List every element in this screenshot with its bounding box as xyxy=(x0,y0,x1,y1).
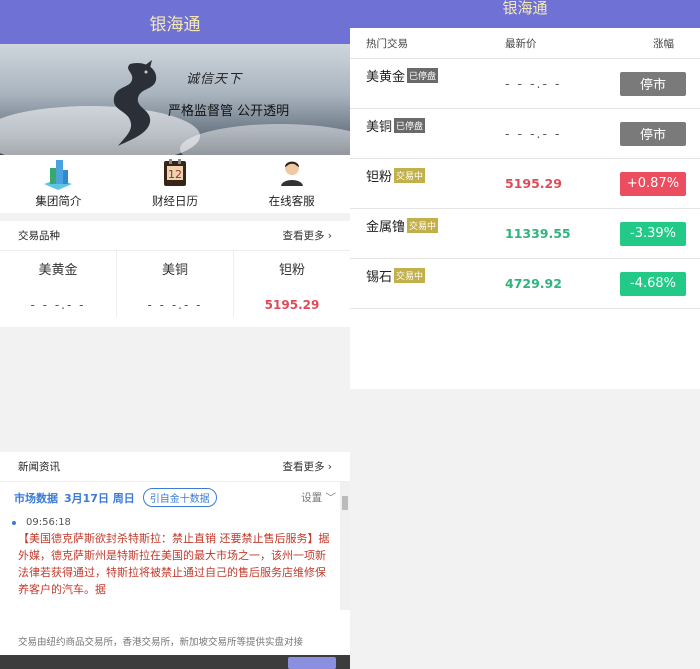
app-title: 银海通 xyxy=(149,14,201,35)
column-header-price: 最新价 xyxy=(505,37,537,50)
latest-price: - - -.- - xyxy=(505,126,562,141)
banner-cloud xyxy=(180,124,350,155)
table-row[interactable]: 金属镥 交易中 11339.55 -3.39% xyxy=(350,209,700,259)
product-price: - - -.- - xyxy=(30,298,86,312)
commodity-name: 美铜 已停盘 xyxy=(350,109,505,158)
latest-price: - - -.- - xyxy=(505,76,562,91)
product-name: 美黄金 xyxy=(38,263,78,278)
nav-group-intro[interactable]: 集团简介 xyxy=(0,155,117,213)
app-title: 银海通 xyxy=(502,0,548,17)
products-title: 交易品种 xyxy=(18,230,60,242)
home-screen: 银海通 诚信天下 严格监督管 公开透明 集团简介 12 财经日历 在线客服 交易… xyxy=(0,0,350,669)
column-header-change: 涨幅 xyxy=(653,37,674,50)
source-pill[interactable]: 引自金十数据 xyxy=(142,488,217,507)
product-price: 5195.29 xyxy=(264,298,320,312)
latest-price: 5195.29 xyxy=(505,176,562,191)
status-badge: 交易中 xyxy=(407,218,439,233)
commodity-label: 金属镥 xyxy=(366,220,406,235)
status-badge: 交易中 xyxy=(394,168,426,183)
status-badge: 交易中 xyxy=(394,268,426,283)
product-name: 钽粉 xyxy=(278,263,305,278)
nav-online-service[interactable]: 在线客服 xyxy=(233,155,350,213)
market-data-date: 3月17日 周日 xyxy=(64,491,135,505)
news-header: 新闻资讯 查看更多 › xyxy=(0,452,350,482)
change-badge: 停市 xyxy=(620,71,686,96)
column-header-name: 热门交易 xyxy=(366,37,408,50)
nav-label: 在线客服 xyxy=(268,194,315,208)
product-price: - - -.- - xyxy=(147,298,203,312)
product-name: 美铜 xyxy=(161,263,188,278)
change-badge: -3.39% xyxy=(620,221,686,246)
news-title: 新闻资讯 xyxy=(18,461,60,473)
nav-label: 财经日历 xyxy=(152,194,198,208)
news-section: 新闻资讯 查看更多 › 市场数据 3月17日 周日 引自金十数据 设置 ﹀ 09… xyxy=(0,452,350,669)
calendar-icon-number: 12 xyxy=(168,168,182,181)
change-cell: 停市 xyxy=(605,59,700,108)
customer-service-icon xyxy=(274,155,310,190)
market-data-label: 市场数据 xyxy=(14,491,58,505)
settings-dropdown[interactable]: 设置 ﹀ xyxy=(301,490,336,505)
market-table-header: 热门交易 最新价 涨幅 xyxy=(350,28,700,59)
products-more-link[interactable]: 查看更多 › xyxy=(282,228,332,243)
latest-price: 4729.92 xyxy=(505,276,562,291)
table-row[interactable]: 锡石 交易中 4729.92 -4.68% xyxy=(350,259,700,309)
change-cell: 停市 xyxy=(605,109,700,158)
buildings-icon xyxy=(40,155,76,190)
products-header: 交易品种 查看更多 › xyxy=(0,221,350,251)
spacer xyxy=(0,317,350,403)
commodity-label: 钽粉 xyxy=(366,170,393,185)
change-badge: 停市 xyxy=(620,121,686,146)
app-header: 银海通 xyxy=(0,0,350,44)
change-badge: +0.87% xyxy=(620,171,686,196)
spacer-strip xyxy=(0,317,350,327)
footer-disclaimer: 交易由纽约商品交易所，香港交易所，新加坡交易所等提供实盘对接 xyxy=(18,637,304,648)
latest-price: 11339.55 xyxy=(505,226,571,241)
empty-area xyxy=(350,309,700,389)
commodity-name: 金属镥 交易中 xyxy=(350,209,505,258)
hero-banner[interactable]: 诚信天下 严格监督管 公开透明 xyxy=(0,44,350,155)
banner-calligraphy: 诚信天下 xyxy=(186,72,243,87)
calendar-icon: 12 xyxy=(157,155,193,190)
product-card[interactable]: 美铜 - - -.- - xyxy=(117,251,234,317)
market-screen: 银海通 热门交易 最新价 涨幅 美黄金 已停盘 - - -.- - 停市 美铜 … xyxy=(350,0,700,669)
product-card[interactable]: 美黄金 - - -.- - xyxy=(0,251,117,317)
bottom-bar xyxy=(0,655,350,669)
commodity-name: 锡石 交易中 xyxy=(350,259,505,308)
app-header: 银海通 xyxy=(350,0,700,28)
dragon-icon xyxy=(113,60,157,146)
products-grid: 美黄金 - - -.- - 美铜 - - -.- - 钽粉 5195.29 xyxy=(0,251,350,317)
commodity-label: 锡石 xyxy=(366,270,393,285)
nav-finance-calendar[interactable]: 12 财经日历 xyxy=(117,155,234,213)
change-badge: -4.68% xyxy=(620,271,686,296)
scrollbar-thumb[interactable] xyxy=(342,496,348,510)
change-cell: +0.87% xyxy=(605,159,700,208)
quick-nav: 集团简介 12 财经日历 在线客服 xyxy=(0,155,350,213)
change-cell: -4.68% xyxy=(605,259,700,308)
commodity-name: 美黄金 已停盘 xyxy=(350,59,505,108)
bottom-bar-button[interactable] xyxy=(288,657,336,669)
table-row[interactable]: 美黄金 已停盘 - - -.- - 停市 xyxy=(350,59,700,109)
news-text: 【美国德克萨斯欲封杀特斯拉：禁止直销 还要禁止售后服务】据外媒，德克萨斯州是特斯… xyxy=(18,532,330,596)
product-card[interactable]: 钽粉 5195.29 xyxy=(234,251,350,317)
news-feed[interactable]: 市场数据 3月17日 周日 引自金十数据 设置 ﹀ 09:56:18 【美国德克… xyxy=(0,482,350,610)
table-row[interactable]: 美铜 已停盘 - - -.- - 停市 xyxy=(350,109,700,159)
news-time: 09:56:18 xyxy=(12,517,336,528)
news-scrollbar[interactable] xyxy=(340,482,350,610)
status-badge: 已停盘 xyxy=(407,68,439,83)
commodity-label: 美铜 xyxy=(366,120,393,135)
news-more-link[interactable]: 查看更多 › xyxy=(282,459,332,474)
market-data-bar: 市场数据 3月17日 周日 引自金十数据 设置 ﹀ xyxy=(14,488,336,507)
banner-slogan: 严格监督管 公开透明 xyxy=(168,104,290,119)
commodity-label: 美黄金 xyxy=(366,70,406,85)
table-row[interactable]: 钽粉 交易中 5195.29 +0.87% xyxy=(350,159,700,209)
nav-label: 集团简介 xyxy=(35,194,82,208)
status-badge: 已停盘 xyxy=(394,118,426,133)
change-cell: -3.39% xyxy=(605,209,700,258)
products-section: 交易品种 查看更多 › 美黄金 - - -.- - 美铜 - - -.- - 钽… xyxy=(0,221,350,317)
commodity-name: 钽粉 交易中 xyxy=(350,159,505,208)
